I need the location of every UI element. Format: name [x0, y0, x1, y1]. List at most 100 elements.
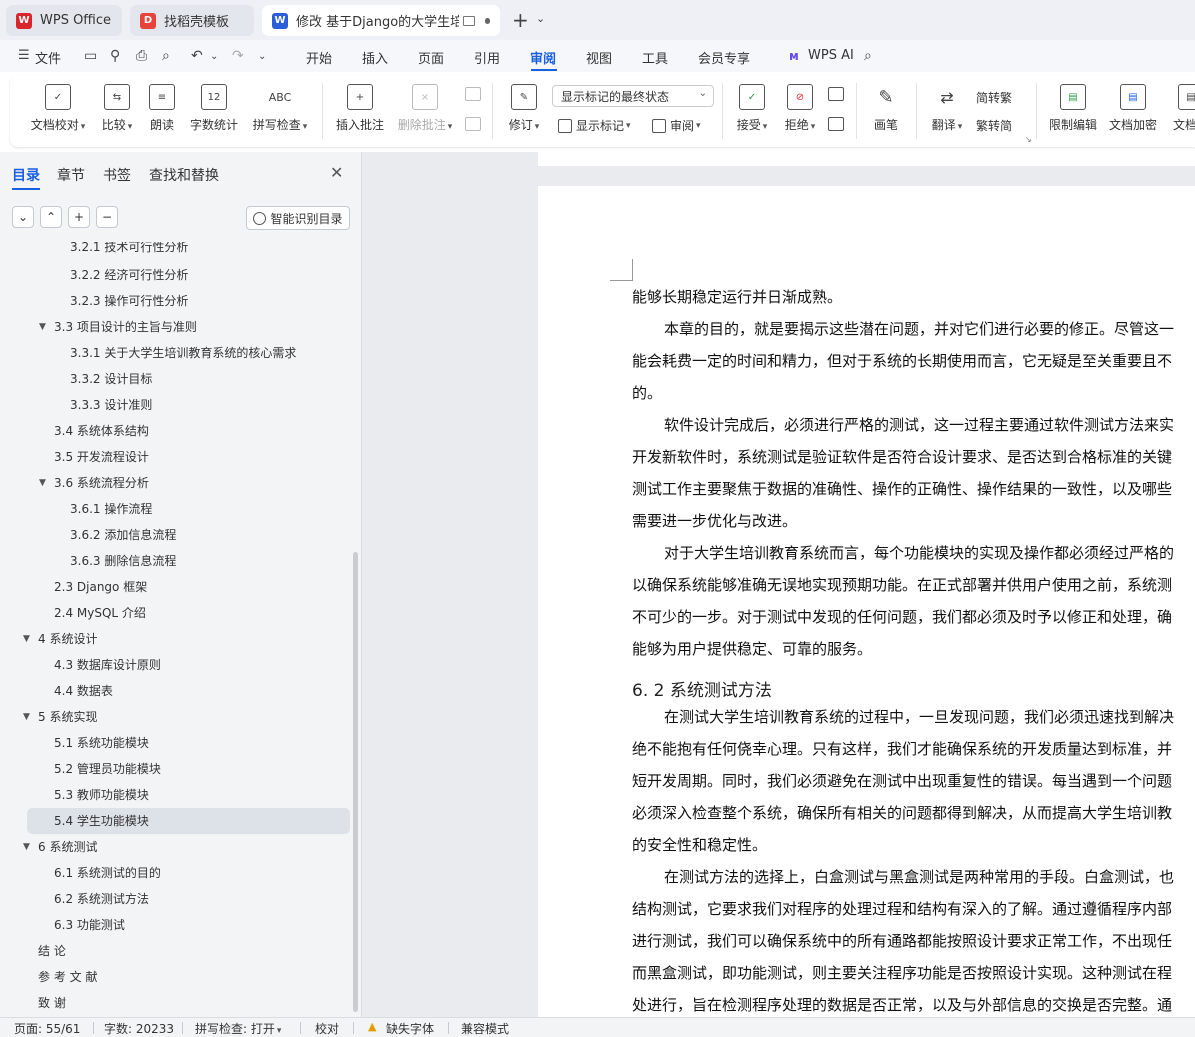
menu-view[interactable]: 视图	[586, 48, 612, 67]
word-count-indicator[interactable]: 字数: 20233	[104, 1020, 174, 1037]
insert-comment-button[interactable]: + 插入批注	[334, 75, 386, 147]
toc-item[interactable]: 3.3.2 设计目标	[0, 366, 350, 392]
pen-button[interactable]: ✎ 画笔	[870, 75, 902, 147]
compare-button[interactable]: ⇆ 比较 ▾	[96, 75, 138, 147]
tab-toc[interactable]: 目录	[12, 165, 40, 185]
toc-item[interactable]: 3.6.2 添加信息流程	[0, 522, 350, 548]
revise-button[interactable]: ✎ 修订 ▾	[504, 75, 544, 147]
menu-wps-ai[interactable]: WPS AI	[808, 48, 854, 63]
toc-item[interactable]: ▼ 4 系统设计	[0, 626, 350, 652]
toc-item[interactable]: 2.3 Django 框架	[0, 574, 350, 600]
print-icon[interactable]: ⎙	[136, 48, 147, 64]
undo-chevron-icon[interactable]: ⌄	[210, 51, 218, 62]
expand-arrow-icon[interactable]: ▼	[39, 314, 46, 340]
toc-item[interactable]: 5.2 管理员功能模块	[0, 756, 350, 782]
menu-home[interactable]: 开始	[306, 48, 332, 67]
tab-bookmarks[interactable]: 书签	[103, 165, 131, 185]
toc-item[interactable]: 致 谢	[0, 990, 350, 1016]
tab-find-replace[interactable]: 查找和替换	[149, 165, 219, 185]
unsaved-dot-icon[interactable]	[484, 17, 491, 24]
doc-encrypt-button[interactable]: ▤ 文档加密	[1106, 75, 1160, 147]
delete-comment-button[interactable]: × 删除批注 ▾	[394, 75, 456, 147]
redo-icon[interactable]: ↷	[232, 48, 244, 64]
menu-file[interactable]: 文件	[35, 48, 61, 67]
toc-item[interactable]: 结 论	[0, 938, 350, 964]
next-comment-icon[interactable]	[465, 117, 481, 131]
dialog-launcher-icon[interactable]: ↘	[1025, 135, 1032, 144]
toc-item[interactable]: ▼ 6 系统测试	[0, 834, 350, 860]
close-icon[interactable]: ✕	[330, 163, 343, 182]
expand-up-icon[interactable]: ⌃	[40, 206, 62, 228]
toc-item[interactable]: 3.6.1 操作流程	[0, 496, 350, 522]
tab-list-chevron-icon[interactable]: ⌄	[536, 12, 545, 25]
spell-check-button[interactable]: ABC 拼写检查 ▾	[248, 75, 312, 147]
quick-access-chevron-icon[interactable]: ⌄	[258, 51, 266, 62]
collapse-all-icon[interactable]: ⌄	[12, 206, 34, 228]
next-change-icon[interactable]	[828, 117, 844, 131]
toc-item[interactable]: 4.3 数据库设计原则	[0, 652, 350, 678]
menu-tools[interactable]: 工具	[642, 48, 668, 67]
tab-document[interactable]: W 修改 基于Django的大学生培训	[262, 5, 500, 36]
toc-item[interactable]: 5.3 教师功能模块	[0, 782, 350, 808]
tab-docer[interactable]: D 找稻壳模板	[130, 5, 254, 36]
toc-item[interactable]: 5.4 学生功能模块	[27, 808, 350, 834]
prev-change-icon[interactable]	[828, 87, 844, 101]
toc-item[interactable]: ▼ 3.6 系统流程分析	[0, 470, 350, 496]
share-icon[interactable]: ⚲	[110, 48, 120, 64]
search-icon[interactable]: ⌕	[864, 48, 872, 64]
toc-item[interactable]: 参 考 文 献	[0, 964, 350, 990]
toc-item[interactable]: 3.5 开发流程设计	[0, 444, 350, 470]
toc-item[interactable]: 6.1 系统测试的目的	[0, 860, 350, 886]
menu-page[interactable]: 页面	[418, 48, 444, 67]
toc-item[interactable]: 3.2.1 技术可行性分析	[0, 242, 350, 258]
document-page[interactable]	[538, 186, 1195, 1017]
prev-comment-icon[interactable]	[465, 87, 481, 101]
doc-rights-button[interactable]: ▤ 文档权	[1166, 75, 1195, 147]
save-icon[interactable]: ▭	[84, 48, 97, 64]
restrict-edit-button[interactable]: ▤ 限制编辑	[1046, 75, 1100, 147]
toc-item[interactable]: 3.6.3 删除信息流程	[0, 548, 350, 574]
new-tab-icon[interactable]: +	[512, 8, 529, 32]
toc-item[interactable]: 6.3 功能测试	[0, 912, 350, 938]
toc-item[interactable]: ▼ 5 系统实现	[0, 704, 350, 730]
missing-font-status[interactable]: 缺失字体	[386, 1020, 434, 1037]
toc-item[interactable]: 5.1 系统功能模块	[0, 730, 350, 756]
toc-item[interactable]: 4.4 数据表	[0, 678, 350, 704]
doc-proof-button[interactable]: ✓ 文档校对 ▾	[28, 75, 88, 147]
undo-icon[interactable]: ↶	[191, 48, 203, 64]
remove-level-icon[interactable]: −	[96, 206, 118, 228]
page-indicator[interactable]: 页面: 55/61	[14, 1020, 80, 1037]
menu-review[interactable]: 审阅	[530, 48, 556, 67]
menu-insert[interactable]: 插入	[362, 48, 388, 67]
menu-member[interactable]: 会员专享	[698, 48, 750, 67]
spell-check-status[interactable]: 拼写检查: 打开 ▾	[195, 1020, 281, 1037]
toc-item[interactable]: 3.3.1 关于大学生培训教育系统的核心需求	[0, 340, 350, 366]
expand-arrow-icon[interactable]: ▼	[23, 704, 30, 730]
hamburger-icon[interactable]: ☰	[18, 48, 30, 63]
smart-toc-button[interactable]: 智能识别目录	[246, 206, 350, 230]
to-traditional-button[interactable]: 简转繁	[976, 89, 1012, 106]
tab-wps-office[interactable]: W WPS Office	[6, 5, 122, 36]
toc-item[interactable]: 3.2.2 经济可行性分析	[0, 262, 350, 288]
proofread-status[interactable]: 校对	[315, 1020, 339, 1037]
accept-button[interactable]: ✓ 接受 ▾	[732, 75, 772, 147]
toc-item[interactable]: 3.3.3 设计准则	[0, 392, 350, 418]
read-aloud-button[interactable]: ≡ 朗读	[146, 75, 178, 147]
sidebar-scrollbar[interactable]	[353, 552, 358, 1012]
to-simplified-button[interactable]: 繁转简	[976, 117, 1012, 134]
print-preview-icon[interactable]: ⌕	[162, 48, 170, 64]
show-markup-button[interactable]: 显示标记 ▾	[558, 117, 631, 134]
expand-arrow-icon[interactable]: ▼	[39, 470, 46, 496]
menu-references[interactable]: 引用	[474, 48, 500, 67]
reject-button[interactable]: ⊘ 拒绝 ▾	[780, 75, 820, 147]
word-count-button[interactable]: 12 字数统计	[188, 75, 240, 147]
translate-button[interactable]: ⇄ 翻译 ▾	[926, 75, 968, 147]
review-pane-button[interactable]: 审阅 ▾	[652, 117, 701, 134]
toc-item[interactable]: 3.2.3 操作可行性分析	[0, 288, 350, 314]
toc-item[interactable]: ▼ 3.3 项目设计的主旨与准则	[0, 314, 350, 340]
expand-arrow-icon[interactable]: ▼	[23, 834, 30, 860]
document-canvas[interactable]: 能够长期稳定运行并日渐成熟。 本章的目的，就是要揭示这些潜在问题，并对它们进行必要…	[362, 152, 1195, 1017]
toc-item[interactable]: 3.4 系统体系结构	[0, 418, 350, 444]
markup-mode-select[interactable]: 显示标记的最终状态 ⌄	[552, 85, 714, 107]
toc-item[interactable]: 6.2 系统测试方法	[0, 886, 350, 912]
